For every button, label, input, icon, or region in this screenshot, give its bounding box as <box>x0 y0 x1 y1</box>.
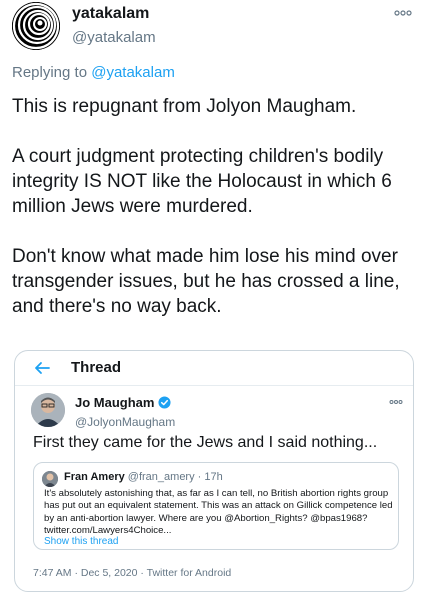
quote-timestamp: 7:47 AM · Dec 5, 2020 · Twitter for Andr… <box>33 567 232 579</box>
replying-to-link[interactable]: @yatakalam <box>91 64 175 81</box>
spiral-avatar-icon <box>12 2 60 50</box>
author-block: yatakalam @yatakalam <box>72 4 156 48</box>
tweet-paragraph: Don't know what made him lose his mind o… <box>12 246 400 317</box>
tweet-paragraph: A court judgment protecting children's b… <box>12 146 392 217</box>
thread-title: Thread <box>71 359 122 376</box>
inner-author-name[interactable]: Fran Amery <box>64 471 125 483</box>
show-thread-link[interactable]: Show this thread <box>44 536 119 547</box>
person-photo-icon <box>31 393 65 427</box>
verified-badge-icon <box>158 396 172 409</box>
quote-text: First they came for the Jews and I said … <box>33 434 378 451</box>
tweet-paragraph: This is repugnant from Jolyon Maugham. <box>12 96 357 117</box>
quote-author-name-row: Jo Maugham <box>75 395 172 410</box>
back-arrow-icon[interactable] <box>33 359 51 377</box>
inner-text-line: by an anti-abortion lawyer. Where are yo… <box>44 512 368 524</box>
quote-author-block: Jo Maugham @JolyonMaugham <box>75 394 175 429</box>
quote-author-handle[interactable]: @JolyonMaugham <box>75 415 175 429</box>
person-photo-icon <box>42 471 58 487</box>
inner-author-avatar[interactable] <box>42 471 58 487</box>
replying-prefix: Replying to <box>12 64 88 81</box>
author-name[interactable]: yatakalam <box>72 4 156 24</box>
more-icon[interactable] <box>394 8 412 18</box>
quoted-thread-card[interactable]: Thread Jo Maugham @JolyonMaugham First t… <box>14 350 414 592</box>
inner-quoted-tweet[interactable]: Fran Amery @fran_amery · 17h It's absolu… <box>33 462 399 550</box>
quote-author-name[interactable]: Jo Maugham <box>75 395 154 410</box>
inner-author-meta: @fran_amery · 17h <box>127 471 223 483</box>
more-icon[interactable] <box>389 398 403 406</box>
inner-text-line: It's absolutely astonishing that, as far… <box>44 488 389 499</box>
quote-author-avatar[interactable] <box>31 393 65 427</box>
inner-text-line: has put out an equivalent statement. Thi… <box>44 500 393 512</box>
inner-tweet-text: It's absolutely astonishing that, as far… <box>44 488 394 537</box>
inner-author-row: Fran Amery @fran_amery · 17h <box>64 471 223 483</box>
tweet-text: This is repugnant from Jolyon Maugham. A… <box>12 94 422 319</box>
thread-header: Thread <box>15 351 413 387</box>
author-avatar[interactable] <box>12 2 60 50</box>
author-handle[interactable]: @yatakalam <box>72 28 156 48</box>
divider <box>15 385 413 386</box>
replying-to-line: Replying to @yatakalam <box>12 64 175 81</box>
